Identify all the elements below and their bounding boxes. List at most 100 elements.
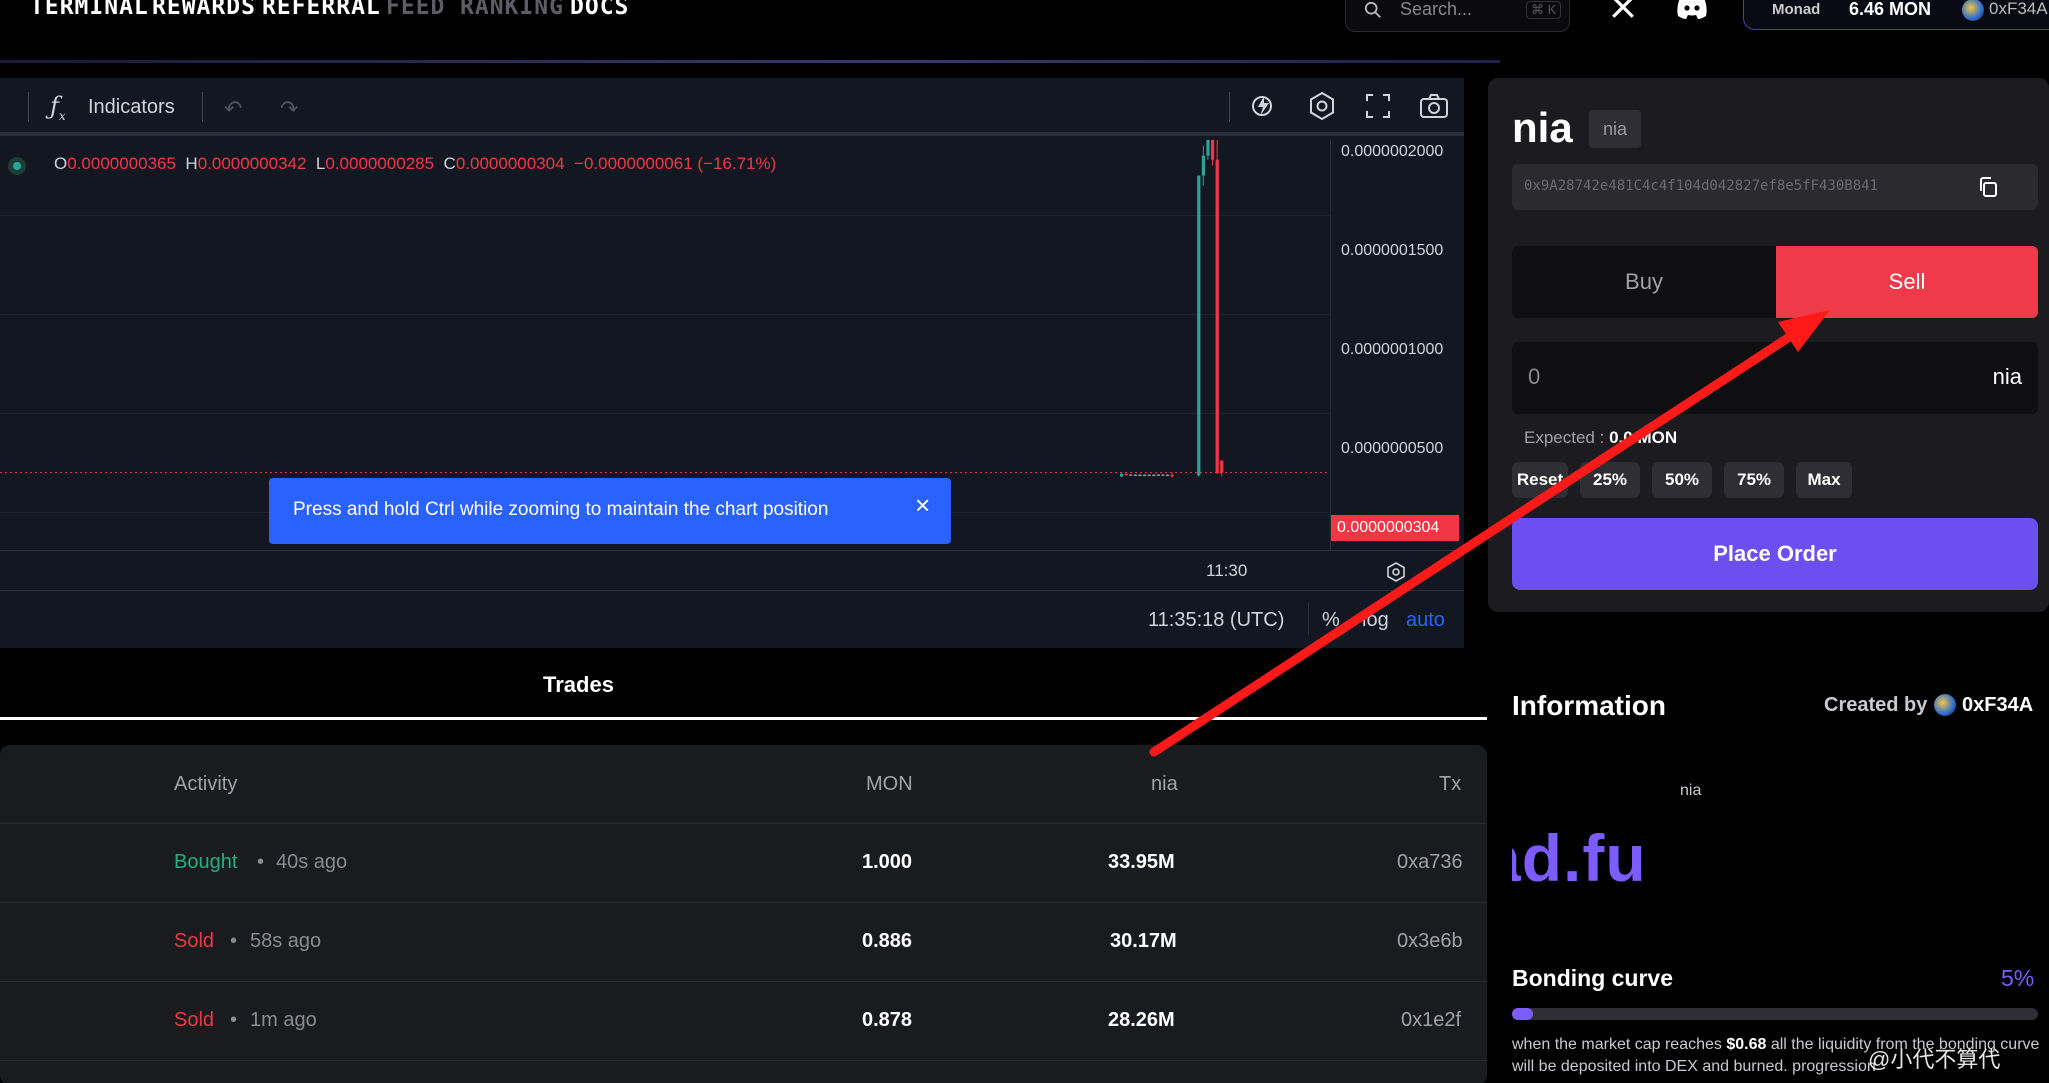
candle-body	[1143, 474, 1147, 477]
bonding-curve-progress	[1512, 1008, 2038, 1020]
ohlc-c-key: C	[443, 154, 456, 173]
candle-body	[1138, 474, 1142, 477]
trade-separator: •	[230, 1009, 238, 1031]
trade-tx-link[interactable]: 0x1e2f	[1401, 1009, 1461, 1032]
candle-body	[1211, 140, 1215, 160]
reset-button[interactable]: Reset	[1512, 462, 1568, 498]
alert-lightning-icon[interactable]	[1248, 90, 1280, 122]
trade-separator: •	[230, 930, 238, 952]
column-header-tx[interactable]: Tx	[1439, 773, 1461, 796]
sell-tab[interactable]: Sell	[1776, 246, 2038, 318]
desc-amount: $0.68	[1726, 1036, 1767, 1053]
amount-field[interactable]: nia	[1512, 342, 2038, 414]
search-input[interactable]: Search... ⌘ K	[1345, 0, 1570, 32]
log-scale-toggle[interactable]: log	[1362, 609, 1389, 632]
quick-50-button[interactable]: 50%	[1652, 462, 1712, 498]
candle-body	[1129, 474, 1133, 476]
column-header-activity[interactable]: Activity	[174, 773, 237, 796]
nav-rewards[interactable]: REWARDS	[152, 0, 256, 20]
expected-value: 0.0	[1609, 428, 1633, 447]
candle-body	[1166, 474, 1170, 477]
candle-body	[1201, 155, 1205, 176]
trade-mon: 1.000	[862, 851, 913, 873]
nav-divider	[0, 60, 1500, 63]
bonding-curve-heading: Bonding curve	[1512, 965, 1674, 991]
nav-referral[interactable]: REFERRAL	[262, 0, 381, 20]
watermark: @小代不算代	[1868, 1047, 2001, 1072]
expected-label: Expected :	[1524, 428, 1605, 447]
trade-separator: •	[257, 851, 265, 873]
ohlc-l-key: L	[315, 154, 326, 173]
expected-output: Expected : 0.0 MON	[1524, 428, 1677, 448]
ohlc-o-value: 0.0000000365	[67, 154, 176, 173]
nav-terminal[interactable]: TERMINAL	[30, 0, 149, 20]
column-header-mon[interactable]: MON	[866, 773, 913, 796]
utc-clock[interactable]: 11:35:18 (UTC)	[1148, 609, 1284, 632]
chart-bottom-bar: 11:35:18 (UTC) % log auto	[0, 590, 1464, 648]
candle-body	[1120, 473, 1124, 477]
axis-settings-icon[interactable]	[1385, 561, 1407, 583]
toolbar-divider	[1229, 92, 1230, 122]
token-subtitle: nia	[1680, 782, 1702, 799]
trade-mon: 0.878	[862, 1009, 913, 1031]
tab-trades[interactable]: Trades	[543, 672, 614, 698]
row-divider	[0, 981, 1487, 982]
place-order-button[interactable]: Place Order	[1512, 518, 2038, 590]
trade-time: 40s ago	[276, 851, 348, 873]
ohlc-o-key: O	[54, 154, 68, 173]
candle-body	[1133, 474, 1137, 477]
expected-unit: MON	[1637, 428, 1678, 447]
percent-scale-toggle[interactable]: %	[1322, 609, 1340, 632]
redo-icon[interactable]: ↷	[280, 96, 298, 122]
x-twitter-icon[interactable]	[1610, 0, 1636, 20]
wallet-address: 0xF34A	[1989, 0, 2048, 18]
token-ticker-badge: nia	[1589, 110, 1641, 148]
camera-screenshot-icon[interactable]	[1418, 90, 1450, 122]
row-divider	[0, 902, 1487, 903]
undo-icon[interactable]: ↶	[224, 96, 242, 122]
trade-tx-link[interactable]: 0x3e6b	[1397, 930, 1463, 953]
ohlc-legend: O0.0000000365 H0.0000000342 L0.000000028…	[54, 154, 776, 174]
app-root: TERMINAL REWARDS REFERRAL FEED RANKING D…	[0, 0, 2049, 1083]
trade-time: 58s ago	[250, 930, 322, 952]
candle-body	[1170, 474, 1174, 477]
fullscreen-icon[interactable]	[1362, 90, 1394, 122]
banner-text: ad.fu	[1512, 821, 1647, 895]
buy-tab[interactable]: Buy	[1512, 246, 1776, 318]
indicators-button[interactable]: Indicators	[88, 96, 175, 119]
amount-input[interactable]	[1528, 364, 1828, 390]
last-price-label: 0.0000000304	[1331, 515, 1459, 541]
price-axis[interactable]: 0.0000002000 0.0000001500 0.0000001000 0…	[1330, 140, 1464, 550]
column-header-token[interactable]: nia	[1151, 773, 1178, 796]
trades-table: Activity MON nia Tx Bought • 40s ago 1.0…	[0, 745, 1487, 1083]
candle-body	[1124, 473, 1128, 476]
time-tick-label: 11:30	[1206, 561, 1248, 580]
trade-time: 1m ago	[250, 1009, 317, 1031]
bonding-curve-fill	[1512, 1008, 1534, 1020]
nav-docs[interactable]: DOCS	[570, 0, 629, 20]
toast-message: Press and hold Ctrl while zooming to mai…	[293, 499, 829, 520]
nav-feed[interactable]: FEED	[386, 0, 445, 20]
discord-icon[interactable]	[1675, 0, 1709, 20]
trade-tx-link[interactable]: 0xa736	[1397, 851, 1463, 874]
quick-25-button[interactable]: 25%	[1580, 462, 1640, 498]
auto-scale-toggle[interactable]: auto	[1406, 609, 1445, 632]
trade-amount: 28.26M	[1108, 1009, 1175, 1031]
price-tick-label: 0.0000001500	[1341, 242, 1444, 259]
chart-panel: ƒx Indicators ↶ ↷ O0.0000000365 H0.00000…	[0, 78, 1464, 648]
creator-address-link[interactable]: 0xF34A	[1962, 694, 2033, 717]
toolbar-divider	[202, 92, 203, 122]
contract-address: 0x9A28742e481C4c4f104d042827ef8e5fF430B8…	[1524, 178, 1879, 194]
nav-ranking[interactable]: RANKING	[460, 0, 564, 20]
quick-75-button[interactable]: 75%	[1724, 462, 1784, 498]
information-heading: Information	[1512, 690, 1666, 721]
max-button[interactable]: Max	[1796, 462, 1852, 498]
contract-address-field[interactable]: 0x9A28742e481C4c4f104d042827ef8e5fF430B8…	[1512, 164, 2038, 210]
time-axis[interactable]: 11:30	[0, 550, 1464, 590]
wallet-button[interactable]: Monad 6.46 MON 0xF34A	[1743, 0, 2049, 30]
indicators-icon[interactable]: ƒx	[50, 92, 66, 123]
row-divider	[0, 1060, 1487, 1061]
settings-gear-icon[interactable]	[1306, 90, 1338, 122]
close-icon[interactable]: ×	[915, 490, 930, 521]
copy-icon[interactable]	[1976, 175, 2000, 199]
